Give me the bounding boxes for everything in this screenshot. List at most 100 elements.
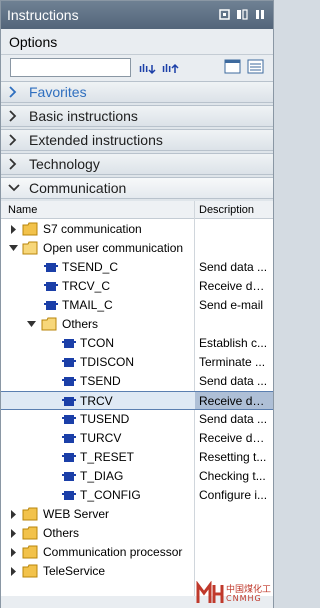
instruction-tree: Name Description S7 communication Open u… xyxy=(1,201,273,596)
tree-folder-others[interactable]: Others xyxy=(1,315,273,334)
tree-item-label: TRCV_C xyxy=(62,279,111,293)
column-name-header[interactable]: Name xyxy=(8,204,37,216)
function-block-icon xyxy=(62,415,76,424)
section-communication[interactable]: Communication xyxy=(1,177,273,199)
section-label: Communication xyxy=(29,180,127,196)
collapse-panel-icon[interactable] xyxy=(254,8,267,21)
svg-text:ılı: ılı xyxy=(139,63,148,75)
tree-folder-open-user-communication[interactable]: Open user communication xyxy=(1,239,273,258)
collapse-arrow-icon[interactable] xyxy=(27,320,36,329)
pin-icon[interactable] xyxy=(218,8,231,21)
section-label: Basic instructions xyxy=(29,108,138,124)
tree-item-turcv[interactable]: TURCV Receive dat... xyxy=(1,429,273,448)
tree-item-label: T_RESET xyxy=(80,450,135,464)
folder-icon xyxy=(22,507,38,521)
panel-title: Instructions xyxy=(7,7,79,23)
view-list-icon[interactable] xyxy=(224,59,244,77)
chevron-right-icon xyxy=(8,110,18,122)
tree-item-tcon[interactable]: TCON Establish c... xyxy=(1,334,273,353)
function-block-icon xyxy=(62,377,76,386)
folder-open-icon xyxy=(22,241,38,255)
function-block-icon xyxy=(62,434,76,443)
expand-arrow-icon[interactable] xyxy=(10,567,18,576)
chevron-right-icon xyxy=(8,134,18,146)
tree-item-t-config[interactable]: T_CONFIG Configure i... xyxy=(1,486,273,505)
chevron-right-icon xyxy=(8,86,18,98)
section-label: Favorites xyxy=(29,84,87,100)
tree-item-trcv-c[interactable]: TRCV_C Receive dat... xyxy=(1,277,273,296)
tree-item-label: T_CONFIG xyxy=(80,488,141,502)
tree-item-description: Establish c... xyxy=(199,336,268,350)
tree-item-description: Checking t... xyxy=(199,469,266,483)
folder-icon xyxy=(22,564,38,578)
tree-item-description: Receive dat... xyxy=(199,394,271,408)
tree-item-t-reset[interactable]: T_RESET Resetting t... xyxy=(1,448,273,467)
options-label: Options xyxy=(9,34,58,50)
folder-icon xyxy=(22,526,38,540)
folder-open-icon xyxy=(41,317,57,331)
expand-arrow-icon[interactable] xyxy=(10,529,18,538)
expand-arrow-icon[interactable] xyxy=(10,548,18,557)
tree-item-tusend[interactable]: TUSEND Send data ... xyxy=(1,410,273,429)
section-label: Extended instructions xyxy=(29,132,163,148)
column-description-header[interactable]: Description xyxy=(199,204,254,216)
tree-column-header: Name Description xyxy=(1,201,273,219)
tree-folder-teleservice[interactable]: TeleService xyxy=(1,562,273,581)
section-basic-instructions[interactable]: Basic instructions xyxy=(1,105,273,127)
tree-item-label: TSEND_C xyxy=(62,260,119,274)
view-details-icon[interactable] xyxy=(247,59,267,77)
tree-item-label: T_DIAG xyxy=(80,469,124,483)
collapse-arrow-icon[interactable] xyxy=(9,244,18,253)
section-technology[interactable]: Technology xyxy=(1,153,273,175)
search-down-icon[interactable]: ılı xyxy=(139,59,159,77)
tree-item-description: Send data ... xyxy=(199,412,268,426)
tree-item-label: TeleService xyxy=(43,564,106,578)
tree-item-label: TSEND xyxy=(80,374,121,388)
tree-folder-communication-processor[interactable]: Communication processor xyxy=(1,543,273,562)
tree-item-description: Send data ... xyxy=(199,260,268,274)
tree-item-label: Others xyxy=(62,317,99,331)
tree-item-tdiscon[interactable]: TDISCON Terminate ... xyxy=(1,353,273,372)
tree-item-label: TRCV xyxy=(80,394,113,408)
section-label: Technology xyxy=(29,156,100,172)
tree-item-label: TCON xyxy=(80,336,114,350)
watermark-text-en: CNMHG xyxy=(226,594,262,603)
function-block-icon xyxy=(44,263,58,272)
tree-item-trcv[interactable]: TRCV Receive dat... xyxy=(1,391,273,410)
tree-folder-web-server[interactable]: WEB Server xyxy=(1,505,273,524)
section-favorites[interactable]: Favorites xyxy=(1,81,273,103)
chevron-down-icon xyxy=(8,182,20,194)
function-block-icon xyxy=(44,301,58,310)
search-up-icon[interactable]: ılı xyxy=(162,59,182,77)
tree-item-tsend-c[interactable]: TSEND_C Send data ... xyxy=(1,258,273,277)
watermark-logo-icon xyxy=(196,581,224,603)
search-toolbar: ılı ılı xyxy=(1,55,273,81)
tree-item-description: Send e-mail xyxy=(199,298,264,312)
expand-arrow-icon[interactable] xyxy=(10,510,18,519)
function-block-icon xyxy=(62,397,76,406)
search-input[interactable] xyxy=(10,58,131,77)
tree-item-description: Terminate ... xyxy=(199,355,266,369)
tree-folder-others-2[interactable]: Others xyxy=(1,524,273,543)
instructions-panel: Instructions Options ılı ılı Favorites B… xyxy=(0,0,274,608)
tree-item-label: TMAIL_C xyxy=(62,298,113,312)
tree-item-label: TURCV xyxy=(80,431,122,445)
function-block-icon xyxy=(62,472,76,481)
folder-icon xyxy=(22,545,38,559)
tree-item-label: Others xyxy=(43,526,80,540)
section-extended-instructions[interactable]: Extended instructions xyxy=(1,129,273,151)
tree-item-description: Receive dat... xyxy=(199,279,271,293)
tree-item-label: Communication processor xyxy=(43,545,183,559)
tree-item-tsend[interactable]: TSEND Send data ... xyxy=(1,372,273,391)
tree-item-t-diag[interactable]: T_DIAG Checking t... xyxy=(1,467,273,486)
svg-text:ılı: ılı xyxy=(162,63,171,75)
tree-item-label: WEB Server xyxy=(43,507,110,521)
options-header: Options xyxy=(1,29,273,55)
function-block-icon xyxy=(44,282,58,291)
tree-item-tmail-c[interactable]: TMAIL_C Send e-mail xyxy=(1,296,273,315)
chevron-right-icon xyxy=(8,158,18,170)
tree-folder-s7-communication[interactable]: S7 communication xyxy=(1,220,273,239)
float-window-icon[interactable] xyxy=(236,8,249,21)
expand-arrow-icon[interactable] xyxy=(10,225,18,234)
tree-item-description: Receive dat... xyxy=(199,431,271,445)
